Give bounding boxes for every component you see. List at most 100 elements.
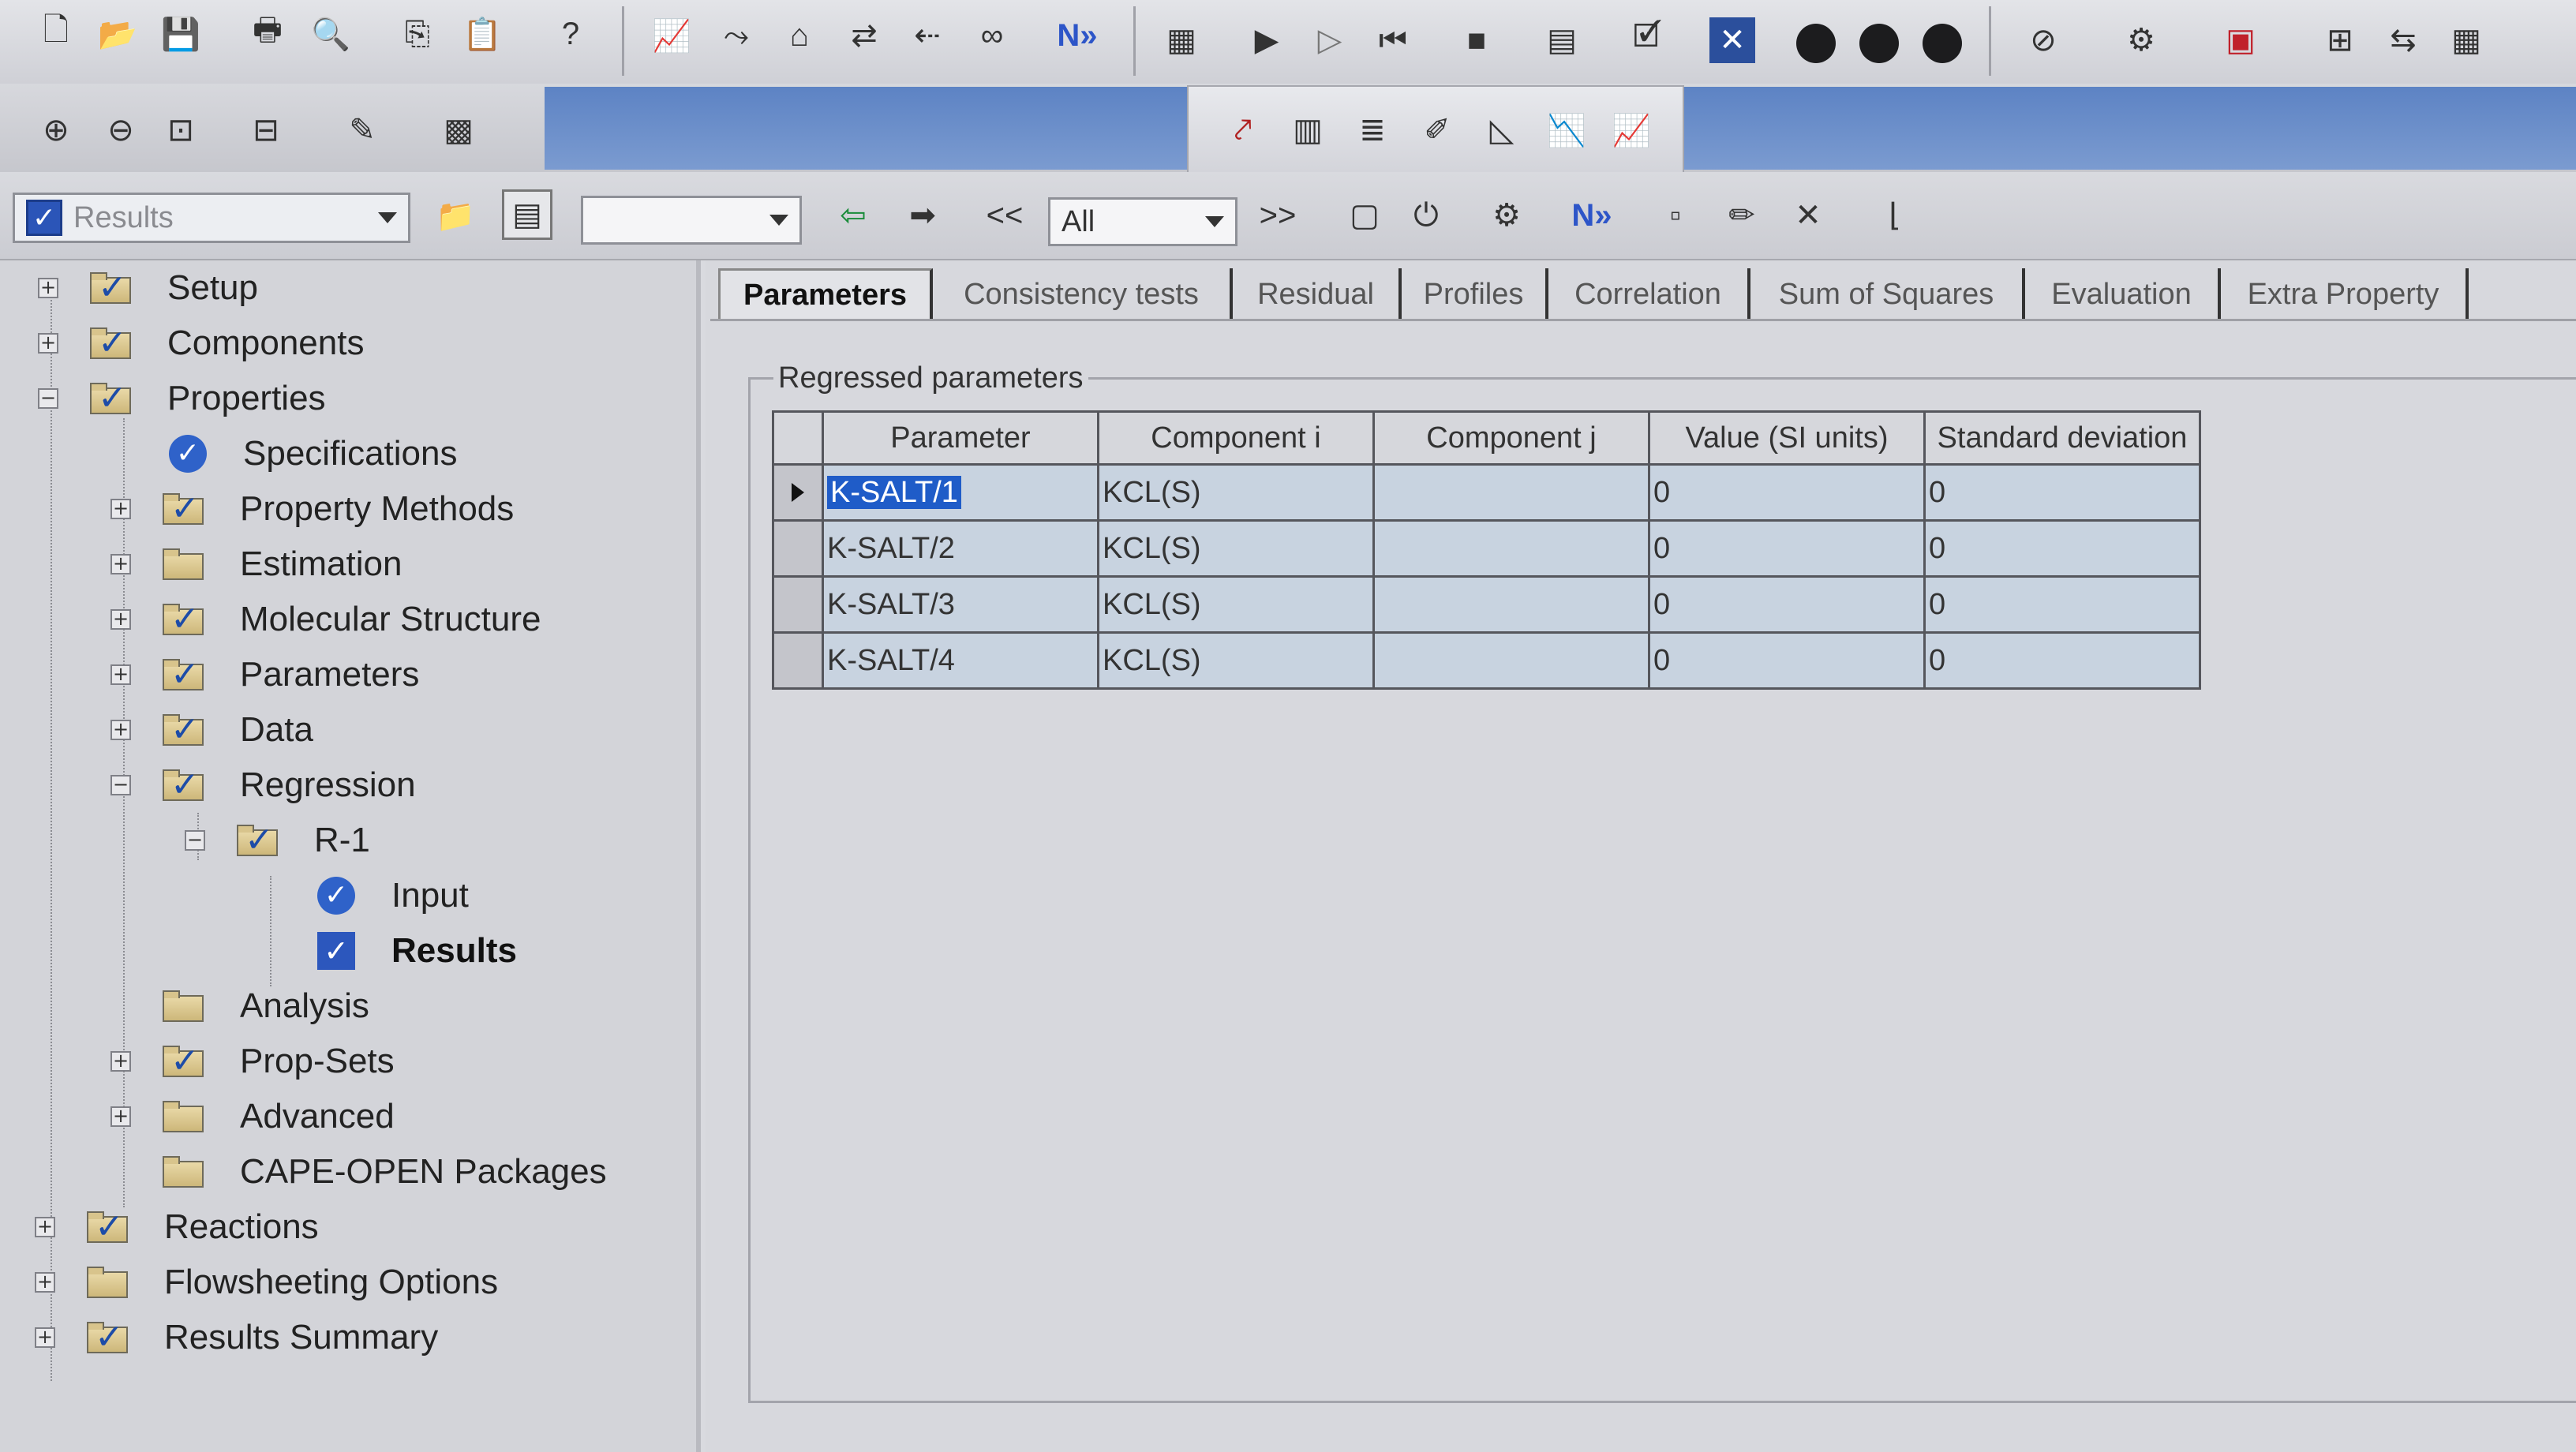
tree-item-analysis[interactable]: Analysis	[163, 979, 369, 1034]
next-step-icon[interactable]: N»	[1569, 193, 1615, 238]
expand-icon[interactable]: +	[38, 278, 58, 298]
tab-profiles[interactable]: Profiles	[1402, 268, 1548, 320]
table-row[interactable]: K-SALT/2 KCL(S) 0 0	[772, 519, 2201, 578]
tree-item-estimation[interactable]: + Estimation	[110, 537, 402, 592]
plot-stack-icon[interactable]: ≣	[1350, 107, 1395, 153]
row-header[interactable]	[772, 575, 824, 634]
plot-line-icon[interactable]: 📉	[1544, 107, 1589, 153]
table-row[interactable]: K-SALT/3 KCL(S) 0 0	[772, 575, 2201, 634]
table-cell[interactable]	[1372, 575, 1650, 634]
expand-icon[interactable]: +	[110, 609, 131, 630]
open-folder-icon[interactable]: 📂	[95, 11, 140, 57]
status-icon[interactable]: ⏻	[1403, 193, 1449, 238]
table-cell[interactable]	[1372, 631, 1650, 690]
tree-item-components[interactable]: + ✓ Components	[38, 316, 364, 371]
plot-multiline-icon[interactable]: 📈	[1608, 107, 1654, 153]
expand-icon[interactable]: +	[35, 1327, 55, 1348]
column-header[interactable]: Standard deviation	[1923, 410, 2201, 466]
tab-extra-property[interactable]: Extra Property	[2221, 268, 2469, 320]
tree-item-results-summary[interactable]: + ✓ Results Summary	[35, 1310, 438, 1365]
tree-item-specifications[interactable]: ✓ Specifications	[169, 426, 457, 481]
tree-item-r1[interactable]: − ✓ R-1	[185, 813, 370, 868]
settings-icon[interactable]: ⚙	[2118, 17, 2164, 63]
stop-icon[interactable]: ■	[1454, 17, 1500, 63]
table-cell[interactable]	[1372, 519, 1650, 578]
table-cell[interactable]: KCL(S)	[1097, 519, 1375, 578]
table-cell[interactable]: KCL(S)	[1097, 463, 1375, 522]
clear-icon[interactable]: ▫	[1653, 193, 1698, 238]
report-icon[interactable]: ▤	[1539, 17, 1585, 63]
tab-parameters[interactable]: Parameters	[718, 268, 933, 320]
table-row[interactable]: K-SALT/4 KCL(S) 0 0	[772, 631, 2201, 690]
collapse-icon[interactable]: −	[38, 388, 58, 409]
tree-item-flowsheeting-options[interactable]: + Flowsheeting Options	[35, 1255, 498, 1310]
tree-item-setup[interactable]: + ✓ Setup	[38, 260, 258, 316]
feed-icon[interactable]: ⇠	[904, 13, 950, 58]
zoom-fit-icon[interactable]: ⊡	[158, 107, 204, 153]
forward-arrow-icon[interactable]: ➡	[900, 193, 945, 238]
tree-item-properties[interactable]: − ✓ Properties	[38, 371, 326, 426]
expand-icon[interactable]: +	[110, 1051, 131, 1072]
save-icon[interactable]: 💾	[158, 11, 204, 57]
expand-icon[interactable]: +	[110, 664, 131, 685]
table-cell[interactable]: 0	[1923, 575, 2201, 634]
connect-icon[interactable]: ⇆	[2380, 17, 2426, 63]
table-cell[interactable]: K-SALT/1	[822, 463, 1099, 522]
table-cell[interactable]: KCL(S)	[1097, 575, 1375, 634]
database-icon[interactable]: ▣	[2218, 17, 2263, 63]
step-icon[interactable]: ▷	[1307, 17, 1353, 63]
expand-icon[interactable]: +	[110, 554, 131, 574]
expand-icon[interactable]: +	[110, 1106, 131, 1127]
plot-triangle-icon[interactable]: ◺	[1479, 107, 1525, 153]
tab-consistency-tests[interactable]: Consistency tests	[933, 268, 1233, 320]
delete-icon[interactable]: ✕	[1785, 193, 1831, 238]
tab-correlation[interactable]: Correlation	[1548, 268, 1750, 320]
plot-icon[interactable]: ⌊	[1872, 193, 1918, 238]
home-icon[interactable]: ⌂	[777, 13, 822, 58]
loop-icon[interactable]: ∞	[969, 13, 1015, 58]
next-step-icon[interactable]: N»	[1054, 13, 1100, 58]
print-preview-icon[interactable]: 🔍	[308, 11, 354, 57]
view-toggle-icon[interactable]: ▤	[502, 189, 552, 240]
plot-edit-icon[interactable]: ✐	[1414, 107, 1460, 153]
zoom-in-icon[interactable]: ⊕	[33, 107, 79, 153]
row-header[interactable]	[772, 519, 824, 578]
tree-item-advanced[interactable]: + Advanced	[110, 1089, 395, 1144]
grid-icon[interactable]: ▦	[2443, 17, 2489, 63]
stream-icon[interactable]: ⤳	[713, 13, 759, 58]
tree-item-parameters[interactable]: + ✓ Parameters	[110, 647, 419, 702]
table-cell[interactable]: 0	[1923, 631, 2201, 690]
tab-evaluation[interactable]: Evaluation	[2025, 268, 2221, 320]
table-cell[interactable]: KCL(S)	[1097, 631, 1375, 690]
table-cell[interactable]: K-SALT/4	[822, 631, 1099, 690]
results-combo[interactable]: ✓ Results	[13, 193, 410, 243]
close-x-icon[interactable]: ✕	[1709, 17, 1755, 63]
help-icon[interactable]: ?	[548, 11, 593, 57]
object-combo[interactable]	[581, 196, 802, 245]
plot-bar-icon[interactable]: ▥	[1285, 107, 1331, 153]
chart-icon[interactable]: ⊞	[2317, 17, 2363, 63]
table-cell[interactable]: K-SALT/2	[822, 519, 1099, 578]
control-panel-icon[interactable]: ▦	[1159, 17, 1204, 63]
expand-icon[interactable]: +	[38, 333, 58, 354]
new-file-icon[interactable]: 🗋	[33, 11, 79, 57]
print-icon[interactable]: 🖶	[245, 11, 290, 57]
column-header[interactable]: Value (SI units)	[1648, 410, 1926, 466]
tree-item-prop-sets[interactable]: + ✓ Prop-Sets	[110, 1034, 395, 1089]
next-button[interactable]: >>	[1255, 193, 1301, 238]
layout-icon[interactable]: ⊟	[243, 107, 289, 153]
analysis-icon[interactable]: ⊘	[2020, 17, 2066, 63]
row-header[interactable]	[772, 463, 824, 522]
expand-icon[interactable]: +	[110, 499, 131, 519]
setup-icon[interactable]: ⚙	[1484, 193, 1530, 238]
table-cell[interactable]	[1372, 463, 1650, 522]
pencil-icon[interactable]: ✏	[1719, 193, 1765, 238]
run-icon[interactable]: ▶	[1244, 17, 1290, 63]
collapse-icon[interactable]: −	[185, 830, 205, 851]
table-cell[interactable]: K-SALT/3	[822, 575, 1099, 634]
calculator-icon[interactable]: ▩	[436, 107, 481, 153]
reinit-icon[interactable]: ⏮	[1370, 17, 1416, 63]
expand-icon[interactable]: +	[35, 1217, 55, 1237]
tab-residual[interactable]: Residual	[1233, 268, 1402, 320]
tree-item-property-methods[interactable]: + ✓ Property Methods	[110, 481, 514, 537]
